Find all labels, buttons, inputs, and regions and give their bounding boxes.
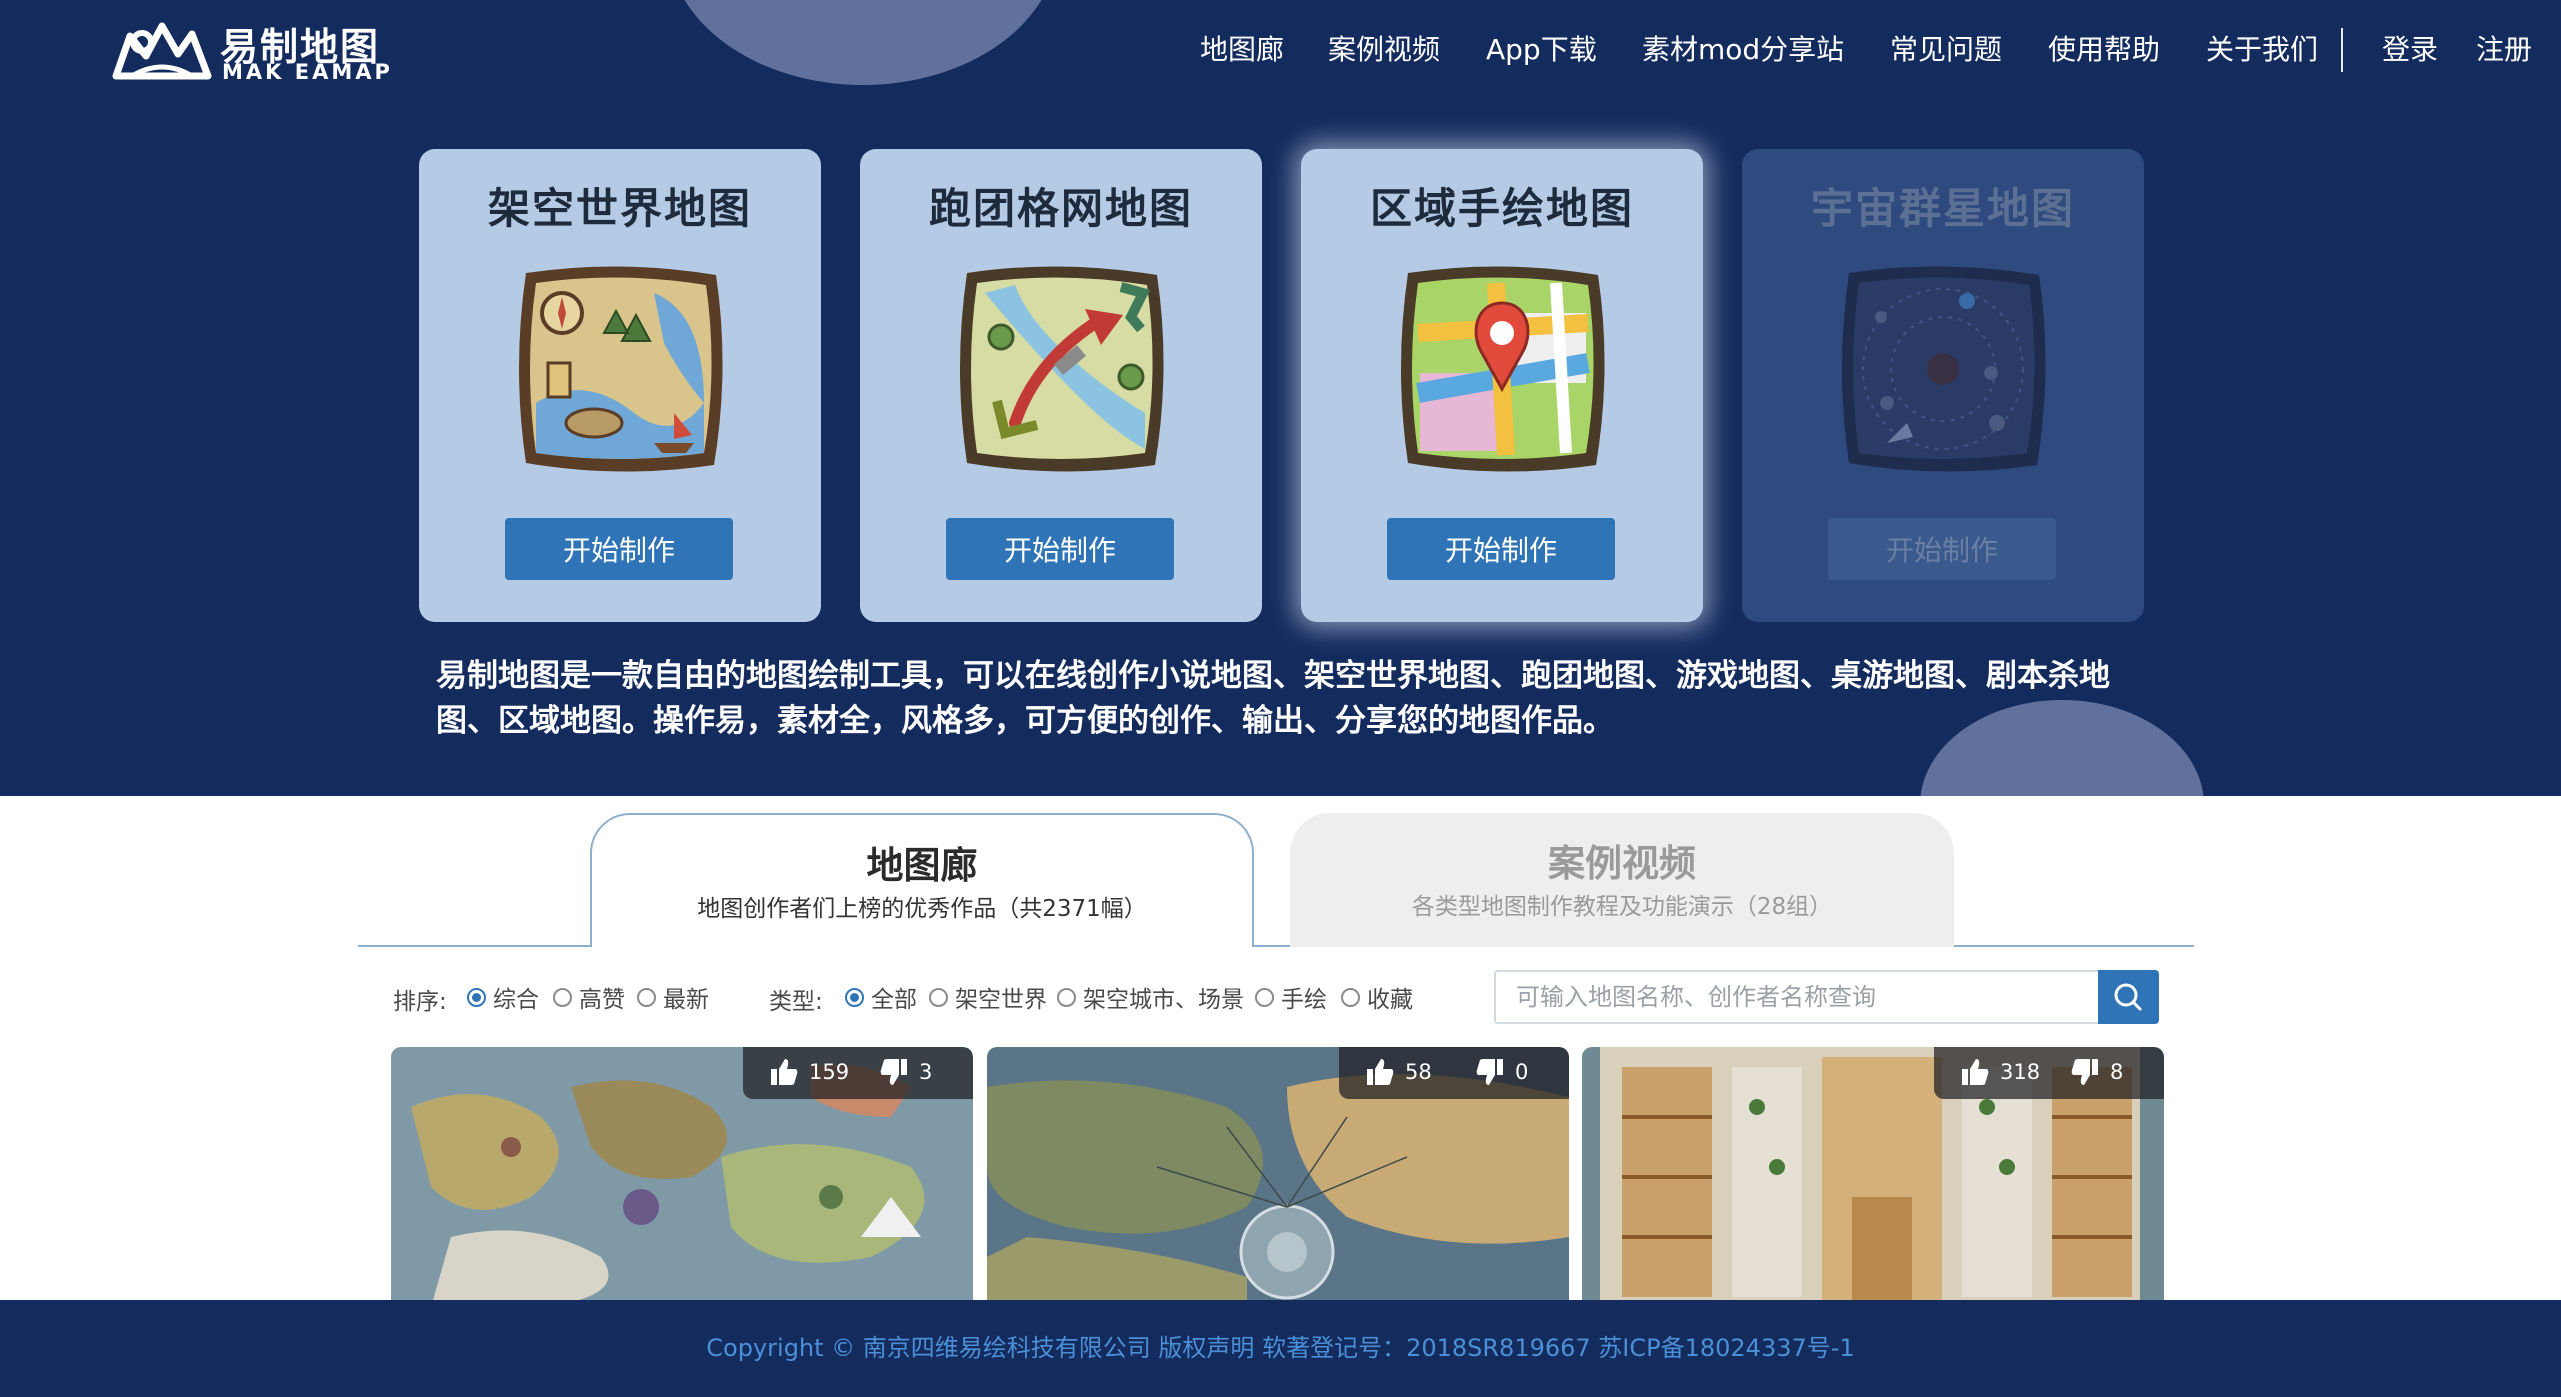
type-option-all[interactable]: 全部	[845, 984, 917, 1013]
nav-register[interactable]: 注册	[2476, 28, 2532, 72]
nav-about[interactable]: 关于我们	[2206, 28, 2318, 72]
start-create-button[interactable]: 开始制作	[505, 518, 733, 580]
radio-checked-icon	[467, 987, 486, 1007]
radio-icon	[1341, 987, 1360, 1007]
radio-icon	[637, 987, 656, 1007]
dislike-button[interactable]: 8	[2070, 1057, 2123, 1087]
radio-icon	[553, 987, 572, 1007]
type-option-hand-drawn[interactable]: 手绘	[1255, 984, 1327, 1013]
thumbs-up-icon	[1367, 1059, 1394, 1085]
like-button[interactable]: 58	[1365, 1057, 1432, 1087]
type-label: 类型:	[769, 989, 823, 1015]
intro-text: 易制地图是一款自由的地图绘制工具，可以在线创作小说地图、架空世界地图、跑团地图、…	[436, 658, 2110, 739]
footer-copyright[interactable]: Copyright © 南京四维易绘科技有限公司 版权声明 软著登记号：2018…	[0, 1300, 2561, 1397]
tab-subtitle: 各类型地图制作教程及功能演示（28组）	[1411, 894, 1833, 920]
nav-app-download[interactable]: App下载	[1486, 28, 1597, 72]
thumbs-down-icon	[1476, 1059, 1503, 1085]
tab-title: 案例视频	[1548, 842, 1696, 885]
thumbs-down-icon	[2071, 1059, 2098, 1085]
tab-subtitle: 地图创作者们上榜的优秀作品（共2371幅）	[697, 896, 1147, 922]
dislike-button[interactable]: 3	[879, 1057, 932, 1087]
site-logo[interactable]: 易制地图 MAK EAMAP	[112, 14, 402, 86]
nav-divider	[2341, 28, 2343, 72]
gallery-item[interactable]: 318 8	[1582, 1047, 2164, 1307]
logo-mark-icon	[112, 22, 212, 80]
decorative-circle	[668, 0, 1058, 85]
search-button[interactable]	[2098, 970, 2159, 1024]
start-create-button[interactable]: 开始制作	[946, 518, 1174, 580]
tab-case-videos[interactable]: 案例视频 各类型地图制作教程及功能演示（28组）	[1290, 813, 1954, 947]
gallery-item[interactable]: 58 0	[987, 1047, 1569, 1307]
search-box	[1494, 970, 2159, 1024]
vote-panel: 58 0	[1339, 1047, 1569, 1099]
map-type-card-trpg-grid[interactable]: 跑团格网地图 开始制作	[860, 149, 1262, 622]
site-footer: Copyright © 南京四维易绘科技有限公司 版权声明 软著登记号：2018…	[0, 1300, 2561, 1397]
sort-label: 排序:	[393, 989, 447, 1015]
thumbs-up-icon	[1962, 1059, 1989, 1085]
type-option-fantasy-city[interactable]: 架空城市、场景	[1057, 984, 1244, 1013]
tab-title: 地图廊	[866, 844, 978, 887]
sort-option-newest[interactable]: 最新	[637, 984, 709, 1013]
like-count: 159	[809, 1060, 850, 1084]
like-button[interactable]: 318	[1960, 1057, 2040, 1087]
start-create-button[interactable]: 开始制作	[1387, 518, 1615, 580]
radio-icon	[929, 987, 948, 1007]
radio-checked-icon	[845, 987, 864, 1007]
type-option-favorites[interactable]: 收藏	[1341, 984, 1413, 1013]
nav-gallery[interactable]: 地图廊	[1200, 28, 1284, 72]
like-count: 318	[2000, 1060, 2041, 1084]
dislike-count: 8	[2110, 1060, 2124, 1084]
radio-icon	[1057, 987, 1076, 1007]
search-input[interactable]	[1494, 970, 2098, 1024]
nav-help[interactable]: 使用帮助	[2048, 28, 2160, 72]
like-button[interactable]: 159	[769, 1057, 849, 1087]
map-type-card-cosmic-star: 宇宙群星地图 开始制作	[1742, 149, 2144, 622]
map-type-card-regional-hand-drawn[interactable]: 区域手绘地图 开始制作	[1301, 149, 1703, 622]
trpg-grid-map-icon	[960, 266, 1164, 472]
thumbs-up-icon	[771, 1059, 798, 1085]
start-create-button-disabled: 开始制作	[1828, 518, 2056, 580]
map-type-card-fantasy-world[interactable]: 架空世界地图 开始制作	[419, 149, 821, 622]
hero-section: 易制地图 MAK EAMAP 地图廊 案例视频 App下载 素材mod分享站 常…	[0, 0, 2561, 796]
cosmic-star-map-icon	[1842, 266, 2046, 472]
nav-faq[interactable]: 常见问题	[1890, 28, 2002, 72]
tab-gallery[interactable]: 地图廊 地图创作者们上榜的优秀作品（共2371幅）	[590, 813, 1254, 947]
gallery-tabs: 地图廊 地图创作者们上榜的优秀作品（共2371幅） 案例视频 各类型地图制作教程…	[358, 813, 2194, 947]
dislike-count: 3	[919, 1060, 933, 1084]
dislike-count: 0	[1515, 1060, 1529, 1084]
nav-mod-share[interactable]: 素材mod分享站	[1642, 28, 1844, 72]
search-icon	[2114, 983, 2142, 1011]
thumbs-down-icon	[880, 1059, 907, 1085]
radio-icon	[1255, 987, 1274, 1007]
vote-panel: 318 8	[1934, 1047, 2164, 1099]
nav-login[interactable]: 登录	[2382, 28, 2438, 72]
top-navigation: 地图廊 案例视频 App下载 素材mod分享站 常见问题 使用帮助 关于我们 登…	[1180, 28, 2561, 72]
vote-panel: 159 3	[743, 1047, 973, 1099]
gallery-item[interactable]: 159 3	[391, 1047, 973, 1307]
nav-case-videos[interactable]: 案例视频	[1328, 28, 1440, 72]
fantasy-world-map-icon	[519, 266, 723, 472]
like-count: 58	[1405, 1060, 1432, 1084]
card-title: 宇宙群星地图	[1810, 184, 2075, 233]
card-title: 区域手绘地图	[1369, 184, 1634, 233]
logo-subtitle: MAK EAMAP	[222, 60, 393, 84]
sort-option-top-liked[interactable]: 高赞	[553, 984, 625, 1013]
dislike-button[interactable]: 0	[1475, 1057, 1528, 1087]
type-option-fantasy-world[interactable]: 架空世界	[929, 984, 1047, 1013]
regional-hand-drawn-map-icon	[1401, 266, 1605, 472]
card-title: 跑团格网地图	[928, 184, 1193, 233]
card-title: 架空世界地图	[487, 184, 752, 233]
sort-option-overall[interactable]: 综合	[467, 984, 539, 1013]
